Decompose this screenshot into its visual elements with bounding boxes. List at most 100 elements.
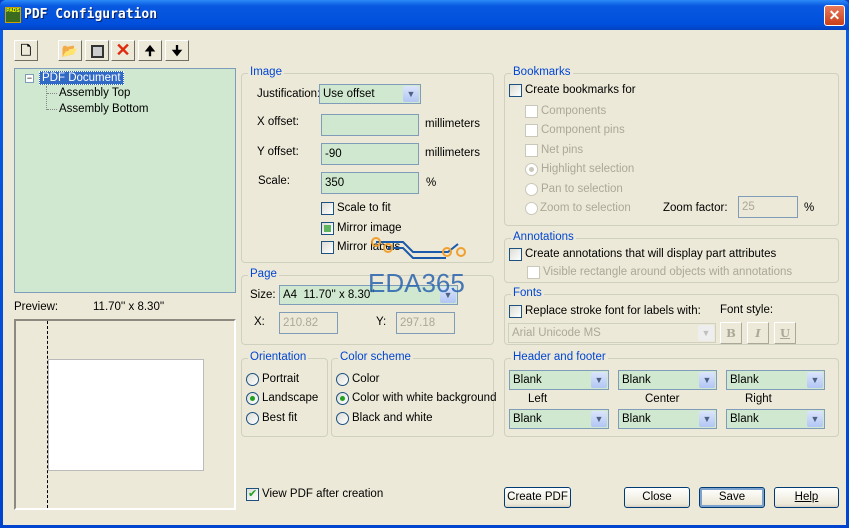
scale-label: Scale: — [258, 175, 290, 187]
x-offset-label: X offset: — [257, 116, 299, 128]
net-pins-label: Net pins — [541, 144, 584, 156]
page-y-input[interactable]: 297.18 — [396, 312, 455, 334]
collapse-icon[interactable]: − — [25, 74, 34, 83]
delete-button[interactable]: ✕ — [111, 40, 135, 61]
size-label: Size: — [250, 289, 276, 301]
landscape-label: Landscape — [262, 392, 319, 404]
app-icon-text: PADS — [6, 8, 20, 14]
pan-selection-label: Pan to selection — [541, 183, 623, 195]
preview-pane — [14, 319, 236, 510]
left-label: Left — [528, 393, 548, 405]
scale-input[interactable]: 350 — [321, 172, 419, 194]
save-button[interactable]: Save — [699, 487, 765, 508]
move-up-button[interactable]: 🠉 — [138, 40, 162, 61]
color-white-bg-radio[interactable] — [336, 392, 349, 405]
move-down-button[interactable]: 🠋 — [165, 40, 189, 61]
color-label: Color — [352, 373, 380, 385]
chevron-down-icon: ▼ — [698, 325, 714, 341]
create-annotations-checkbox[interactable] — [509, 248, 522, 261]
justification-select[interactable]: Use offset ▼ — [319, 84, 421, 104]
tree-line — [47, 93, 57, 94]
scale-to-fit-checkbox[interactable] — [321, 202, 334, 215]
page-preview — [48, 359, 204, 471]
view-pdf-checkbox[interactable] — [246, 487, 259, 501]
new-button[interactable]: 🗋 — [14, 40, 38, 61]
footer-right-value: Blank — [730, 413, 759, 425]
create-bookmarks-checkbox[interactable] — [509, 84, 522, 97]
underline-button[interactable]: U — [774, 322, 796, 344]
image-legend: Image — [248, 66, 284, 78]
footer-right-select[interactable]: Blank ▼ — [726, 409, 825, 429]
black-white-radio[interactable] — [336, 412, 349, 425]
mirror-image-checkbox[interactable] — [321, 222, 334, 235]
arrow-down-icon: 🠋 — [171, 43, 183, 58]
footer-center-select[interactable]: Blank ▼ — [618, 409, 717, 429]
visible-rectangle-checkbox[interactable] — [527, 266, 540, 279]
bold-label: B — [726, 326, 736, 340]
chevron-down-icon: ▼ — [699, 411, 715, 427]
landscape-radio[interactable] — [246, 392, 259, 405]
pan-selection-radio[interactable] — [525, 183, 538, 196]
page-size-value: A4 11.70'' x 8.30'' — [283, 289, 375, 301]
components-label: Components — [541, 105, 607, 117]
new-icon: 🗋 — [20, 43, 32, 58]
preview-label: Preview: — [14, 301, 59, 313]
open-folder-icon: 📂 — [61, 43, 79, 58]
header-center-value: Blank — [622, 374, 651, 386]
portrait-radio[interactable] — [246, 373, 259, 386]
highlight-selection-radio[interactable] — [525, 163, 538, 176]
header-right-select[interactable]: Blank ▼ — [726, 370, 825, 390]
header-left-select[interactable]: Blank ▼ — [509, 370, 609, 390]
best-fit-radio[interactable] — [246, 412, 259, 425]
bold-button[interactable]: B — [720, 322, 742, 344]
tree-item-assembly-top[interactable]: Assembly Top — [59, 87, 130, 99]
view-pdf-label: View PDF after creation — [262, 488, 384, 500]
footer-left-value: Blank — [513, 413, 542, 425]
zoom-unit: % — [804, 202, 815, 214]
italic-button[interactable]: I — [747, 322, 769, 344]
save-icon — [90, 45, 104, 59]
italic-label: I — [755, 326, 761, 340]
page-x-input[interactable]: 210.82 — [279, 312, 338, 334]
title-bar[interactable]: PADS PDF Configuration ✕ — [0, 0, 849, 30]
color-radio[interactable] — [336, 373, 349, 386]
help-button[interactable]: Help — [774, 487, 839, 508]
font-value: Arial Unicode MS — [512, 327, 601, 339]
font-select[interactable]: Arial Unicode MS ▼ — [508, 323, 716, 343]
delete-icon: ✕ — [115, 40, 131, 60]
save-toolbar-button[interactable] — [85, 40, 109, 61]
create-annotations-label: Create annotations that will display par… — [525, 248, 777, 260]
open-button[interactable]: 📂 — [58, 40, 82, 61]
replace-font-checkbox[interactable] — [509, 305, 522, 318]
x-unit: millimeters — [425, 118, 480, 130]
tree-item-pdf-document[interactable]: PDF Document — [39, 71, 124, 85]
replace-font-label: Replace stroke font for labels with: — [525, 305, 701, 317]
chevron-down-icon: ▼ — [807, 372, 823, 388]
tree-item-assembly-bottom[interactable]: Assembly Bottom — [59, 103, 148, 115]
zoom-factor-input[interactable]: 25 — [738, 196, 798, 218]
page-y-label: Y: — [376, 316, 387, 328]
zoom-selection-radio[interactable] — [525, 202, 538, 215]
underline-label: U — [779, 326, 791, 340]
components-checkbox[interactable] — [525, 105, 538, 118]
chevron-down-icon: ▼ — [591, 372, 607, 388]
header-right-value: Blank — [730, 374, 759, 386]
header-center-select[interactable]: Blank ▼ — [618, 370, 717, 390]
close-window-button[interactable]: ✕ — [824, 5, 845, 26]
footer-left-select[interactable]: Blank ▼ — [509, 409, 609, 429]
document-tree[interactable]: − PDF Document Assembly Top Assembly Bot… — [14, 68, 236, 293]
component-pins-checkbox[interactable] — [525, 124, 538, 137]
window-title: PDF Configuration — [24, 7, 158, 22]
chevron-down-icon: ▼ — [403, 86, 419, 102]
chevron-down-icon: ▼ — [807, 411, 823, 427]
close-button[interactable]: Close — [624, 487, 690, 508]
create-pdf-button[interactable]: Create PDF — [504, 487, 571, 508]
x-offset-input[interactable] — [321, 114, 419, 136]
arrow-up-icon: 🠉 — [144, 43, 156, 58]
scale-to-fit-label: Scale to fit — [337, 202, 391, 214]
net-pins-checkbox[interactable] — [525, 144, 538, 157]
justification-label: Justification: — [257, 88, 321, 100]
footer-center-value: Blank — [622, 413, 651, 425]
mirror-labels-checkbox[interactable] — [321, 241, 334, 254]
y-offset-input[interactable]: -90 — [321, 143, 419, 165]
